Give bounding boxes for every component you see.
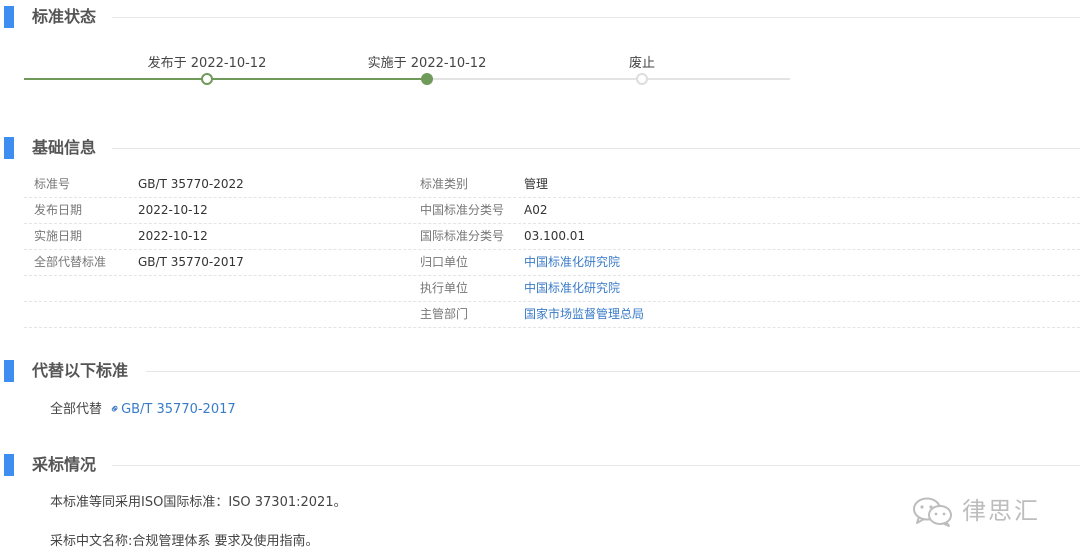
field-label: 主管部门 xyxy=(420,307,469,321)
replaced-standards: 全部代替 ⚭GB/T 35770-2017 xyxy=(50,398,236,418)
timeline-step-published-dot xyxy=(201,73,213,85)
replaced-standard-link-text: GB/T 35770-2017 xyxy=(121,402,236,417)
section-basic-header: 基础信息 xyxy=(0,137,1080,161)
timeline-step-published-label: 发布于 2022-10-12 xyxy=(147,56,267,71)
timeline-step-abolished-dot xyxy=(636,73,648,85)
field-value: 管理 xyxy=(524,177,549,191)
replaced-standard-link[interactable]: ⚭GB/T 35770-2017 xyxy=(106,400,236,418)
section-accent-bar xyxy=(4,360,14,382)
field-value: A02 xyxy=(524,203,548,217)
replaces-prefix: 全部代替 xyxy=(50,402,103,417)
watermark-text: 律思汇 xyxy=(962,497,1040,525)
section-adoption-header: 采标情况 xyxy=(0,454,1080,478)
table-row: 发布日期 2022-10-12 中国标准分类号 A02 xyxy=(24,198,1080,224)
timeline-step-implemented-label: 实施于 2022-10-12 xyxy=(367,56,487,71)
field-label: 执行单位 xyxy=(420,281,469,295)
field-label: 标准号 xyxy=(34,177,71,191)
field-label: 发布日期 xyxy=(34,203,83,217)
field-label: 国际标准分类号 xyxy=(420,229,505,243)
field-value: GB/T 35770-2022 xyxy=(138,177,244,191)
section-replaces-header: 代替以下标准 xyxy=(0,360,1080,384)
section-divider xyxy=(112,17,1080,18)
field-label: 标准类别 xyxy=(420,177,469,191)
section-accent-bar xyxy=(4,454,14,476)
field-value: 2022-10-12 xyxy=(138,203,208,217)
supervising-department-link[interactable]: 国家市场监督管理总局 xyxy=(524,302,644,327)
timeline-step-abolished-label: 废止 xyxy=(628,56,656,71)
section-accent-bar xyxy=(4,6,14,28)
standard-detail-page: 标准状态 发布于 2022-10-12 实施于 2022-10-12 废止 基础… xyxy=(0,0,1080,560)
field-label: 实施日期 xyxy=(34,229,83,243)
executing-unit-link[interactable]: 中国标准化研究院 xyxy=(524,276,620,301)
section-status-header: 标准状态 xyxy=(0,6,1080,30)
table-row: 标准号 GB/T 35770-2022 标准类别 管理 xyxy=(24,172,1080,198)
table-row: 主管部门 国家市场监督管理总局 xyxy=(24,302,1080,328)
status-timeline: 发布于 2022-10-12 实施于 2022-10-12 废止 xyxy=(0,50,1080,90)
adoption-chinese-name: 采标中文名称:合规管理体系 要求及使用指南。 xyxy=(50,534,319,549)
timeline-progress xyxy=(24,78,425,80)
field-label: 全部代替标准 xyxy=(34,255,107,269)
section-title: 代替以下标准 xyxy=(32,361,129,380)
wechat-icon xyxy=(913,497,952,527)
section-divider xyxy=(112,148,1080,149)
basic-info-table: 标准号 GB/T 35770-2022 标准类别 管理 发布日期 2022-10… xyxy=(24,172,1080,328)
table-row: 全部代替标准 GB/T 35770-2017 归口单位 中国标准化研究院 xyxy=(24,250,1080,276)
section-divider xyxy=(112,465,1080,466)
field-value: GB/T 35770-2017 xyxy=(138,255,244,269)
section-title: 标准状态 xyxy=(32,7,97,26)
table-row: 执行单位 中国标准化研究院 xyxy=(24,276,1080,302)
table-row: 实施日期 2022-10-12 国际标准分类号 03.100.01 xyxy=(24,224,1080,250)
field-value: 2022-10-12 xyxy=(138,229,208,243)
adoption-statement: 本标准等同采用ISO国际标准：ISO 37301:2021。 xyxy=(50,495,347,510)
field-label: 归口单位 xyxy=(420,255,469,269)
timeline-step-implemented-dot xyxy=(421,73,433,85)
section-title: 基础信息 xyxy=(32,138,97,157)
field-value: 03.100.01 xyxy=(524,229,586,243)
section-divider xyxy=(146,371,1080,372)
responsible-unit-link[interactable]: 中国标准化研究院 xyxy=(524,250,620,275)
field-label: 中国标准分类号 xyxy=(420,203,505,217)
section-title: 采标情况 xyxy=(32,455,97,474)
section-accent-bar xyxy=(4,137,14,159)
